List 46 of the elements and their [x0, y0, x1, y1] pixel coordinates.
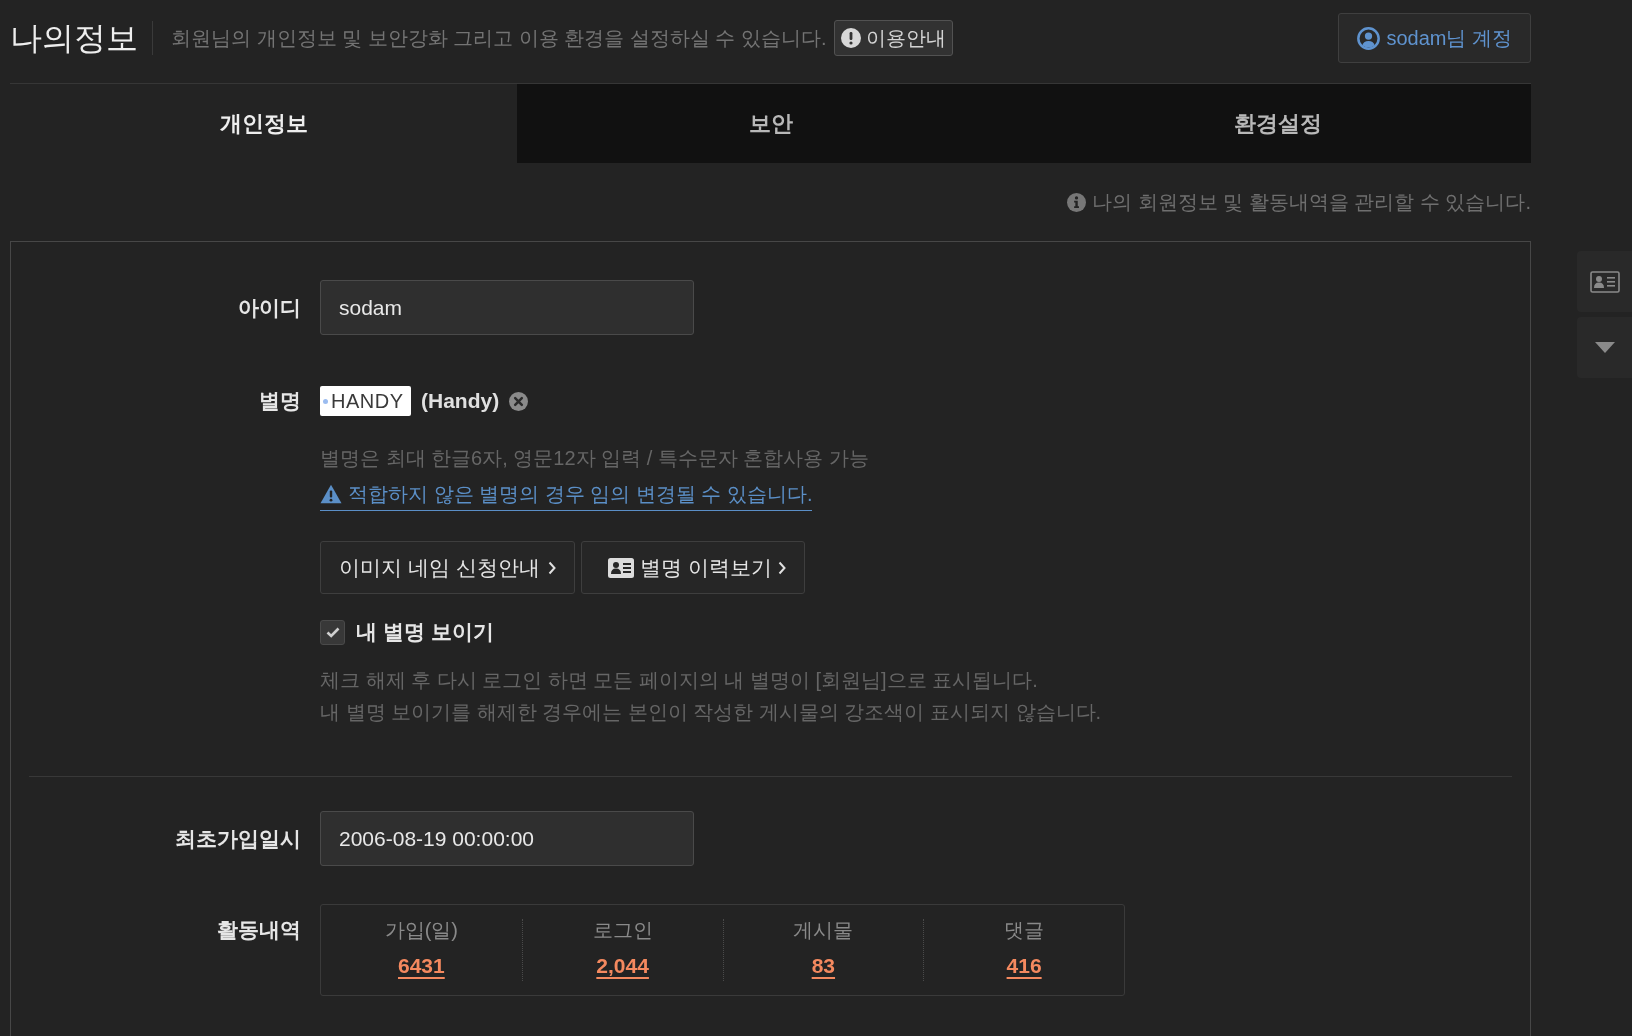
id-card-icon	[607, 557, 634, 578]
field-label: 활동내역	[216, 917, 301, 943]
id-card-icon	[1589, 270, 1620, 293]
nickname-warning-link[interactable]: 적합하지 않은 별명의 경우 임의 변경될 수 있습니다.	[320, 479, 813, 511]
user-circle-icon	[1357, 26, 1381, 50]
field-label: 아이디	[237, 295, 301, 321]
tab[interactable]: 개인정보	[10, 84, 517, 163]
page-description: 회원님의 개인정보 및 보안강화 그리고 이용 환경을 설정하실 수 있습니다.	[171, 26, 827, 51]
info-note: 나의 회원정보 및 활동내역을 관리할 수 있습니다.	[1092, 189, 1531, 215]
page-title: 나의정보	[10, 19, 138, 58]
tab[interactable]: 보안	[517, 84, 1024, 163]
stat-label: 로그인	[592, 918, 653, 943]
warning-icon	[320, 484, 342, 504]
stat-value-link[interactable]: 2,044	[596, 953, 649, 979]
field-label: 별명	[258, 388, 301, 414]
stat-label: 댓글	[1004, 918, 1045, 943]
user-id-field[interactable]: sodam	[320, 280, 694, 335]
checkbox-label[interactable]: 내 별명 보이기	[356, 618, 494, 646]
chevron-right-icon	[547, 560, 556, 575]
usage-guide-button[interactable]: 이용안내	[833, 20, 953, 56]
tab[interactable]: 환경설정	[1024, 84, 1531, 163]
nickname-note: 체크 해제 후 다시 로그인 하면 모든 페이지의 내 별명이 [회원님]으로 표시됩니다.	[320, 668, 1039, 693]
nickname-hint: 별명은 최대 한글6자, 영문12자 입력 / 특수문자 혼합사용 가능	[320, 446, 870, 471]
image-name-guide-button[interactable]: 이미지 네임 신청안내	[320, 541, 575, 594]
dot-icon	[323, 398, 328, 404]
nickname-text: (Handy)	[421, 389, 500, 413]
expand-button[interactable]	[1577, 317, 1632, 378]
nickname-history-button[interactable]: 별명 이력보기	[580, 541, 805, 594]
close-circle-icon[interactable]	[509, 391, 529, 411]
info-icon	[1067, 192, 1087, 212]
field-label: 최초가입일시	[174, 826, 301, 852]
chevron-right-icon	[777, 560, 786, 575]
profile-card-button[interactable]	[1577, 251, 1632, 312]
stat-label: 게시물	[793, 918, 854, 943]
account-button[interactable]: sodam님 계정	[1338, 13, 1531, 63]
check-icon	[325, 626, 340, 638]
stat-label: 가입(일)	[384, 918, 459, 943]
join-date-field[interactable]: 2006-08-19 00:00:00	[320, 811, 694, 866]
stat-value-link[interactable]: 416	[1006, 953, 1042, 979]
stat-value-link[interactable]: 83	[811, 953, 836, 979]
caret-down-icon	[1594, 342, 1615, 353]
stat-value-link[interactable]: 6431	[398, 953, 445, 979]
show-nickname-checkbox[interactable]	[320, 619, 345, 645]
nickname-note: 내 별명 보이기를 해제한 경우에는 본인이 작성한 게시물의 강조색이 표시되지 않습니다.	[320, 700, 1103, 725]
exclamation-circle-icon	[840, 28, 861, 48]
image-name-text: HANDY	[331, 389, 404, 413]
